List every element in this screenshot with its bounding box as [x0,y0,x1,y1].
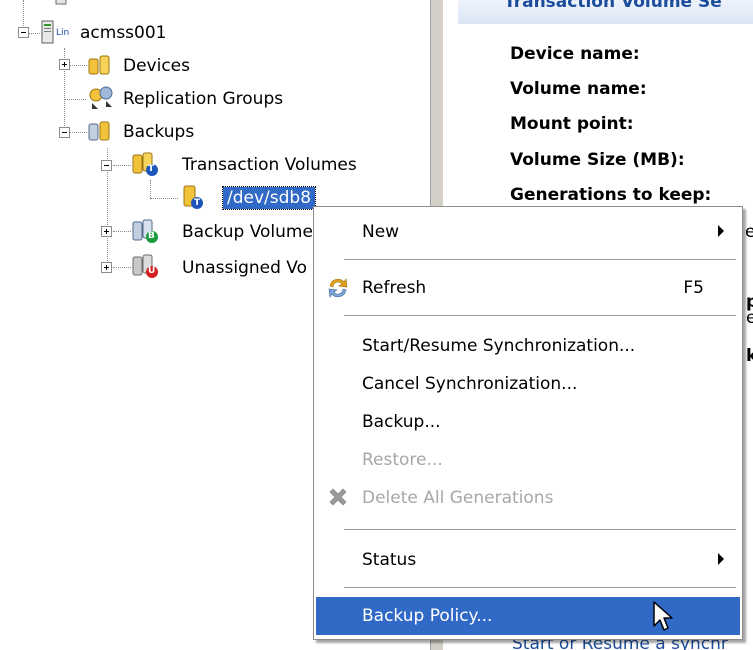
mouse-cursor-icon [652,600,674,634]
devices-expand-toggle[interactable] [59,59,70,70]
badge-letter: B [148,231,155,241]
menu-item-label: Refresh [362,278,427,298]
context-menu: New Refresh F5 Start/Resume Synchronizat… [313,206,743,640]
menu-item-new[interactable]: New [316,213,740,251]
menu-item-restore[interactable]: Restore... [316,441,740,479]
tree-connector [113,267,131,268]
tree-node-replication-groups[interactable]: Replication Groups [123,88,283,110]
menu-item-cancel-sync[interactable]: Cancel Synchronization... [316,365,740,403]
field-label-generations: Generations to keep: [510,185,712,205]
menu-separator [344,587,736,588]
menu-item-label: New [362,222,400,242]
menu-item-label: Status [362,550,417,570]
server-icon [48,0,74,12]
devices-folder-icon [87,52,113,78]
transaction-volumes-collapse-toggle[interactable] [101,160,112,171]
tree-node-acmss001[interactable]: acmss001 [80,22,167,44]
menu-item-label: Backup Policy... [362,606,493,626]
tree-node-backups[interactable]: Backups [123,121,194,143]
linux-badge: Lin [56,28,70,38]
backup-volumes-expand-toggle[interactable] [101,226,112,237]
refresh-icon [326,276,350,300]
tree-connector [64,99,86,100]
menu-item-label: Restore... [362,450,443,470]
tree-node-backup-volumes[interactable]: Backup Volume [182,221,313,243]
field-label-device-name: Device name: [510,44,640,64]
tree-connector [23,0,24,28]
tree-node-devices[interactable]: Devices [123,55,190,77]
menu-separator [344,529,736,530]
menu-separator [344,315,736,316]
menu-item-start-resume-sync[interactable]: Start/Resume Synchronization... [316,327,740,365]
menu-item-label: Delete All Generations [362,488,554,508]
detail-header-title: Transaction Volume Se [504,0,722,12]
menu-item-backup[interactable]: Backup... [316,403,740,441]
backups-collapse-toggle[interactable] [59,127,70,138]
submenu-arrow-icon [718,553,724,565]
badge-letter: T [194,198,201,208]
menu-item-delete-all-generations[interactable]: Delete All Generations [316,479,740,517]
field-label-volume-size: Volume Size (MB): [510,150,685,170]
tree-connector [113,231,131,232]
tree-connector [150,198,178,199]
delete-icon [326,486,350,510]
menu-item-refresh[interactable]: Refresh F5 [316,269,740,307]
menu-item-backup-policy[interactable]: Backup Policy... [316,597,740,635]
backups-folder-icon [87,118,113,144]
tree-connector [69,65,87,66]
detail-text-fragment: k [746,346,753,366]
shortcut-key: F5 [683,278,704,298]
badge-letter: T [148,164,155,174]
field-label-volume-name: Volume name: [510,79,647,99]
replication-groups-icon [88,85,114,111]
badge-letter: U [148,266,156,276]
menu-item-label: Cancel Synchronization... [362,374,578,394]
menu-item-label: Start/Resume Synchronization... [362,336,636,356]
tree-connector [150,180,151,198]
menu-separator [344,259,736,260]
tree-connector [69,132,87,133]
tree-connector [113,165,131,166]
detail-text-fragment: e [745,222,753,242]
detail-text-fragment: e [746,308,753,328]
tree-node-dev-sdb8[interactable]: /dev/sdb8 [221,186,317,210]
tree-node-transaction-volumes[interactable]: Transaction Volumes [182,154,357,176]
root-collapse-toggle[interactable] [18,27,29,38]
submenu-arrow-icon [718,225,724,237]
menu-item-status[interactable]: Status [316,541,740,579]
tree-node-unassigned-volumes[interactable]: Unassigned Vo [182,257,307,279]
volume-icon [180,184,206,210]
menu-item-label: Backup... [362,412,441,432]
field-label-mount-point: Mount point: [510,114,634,134]
unassigned-volumes-expand-toggle[interactable] [101,262,112,273]
